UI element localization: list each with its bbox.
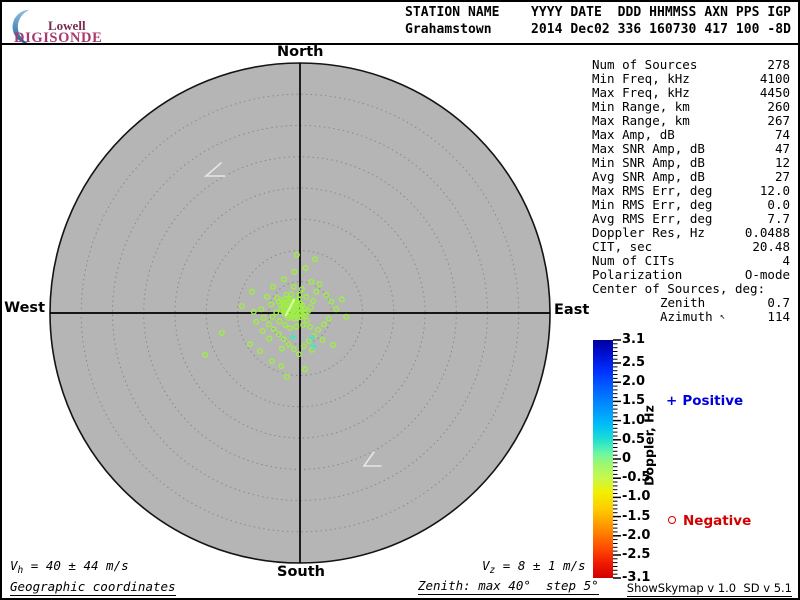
stats-row: Doppler Res, Hz 0.0488 bbox=[592, 226, 790, 240]
colorbar-tick-label: -1.0 bbox=[622, 489, 651, 505]
stats-row: CIT, sec 20.48 bbox=[592, 240, 790, 254]
stats-row: Max Amp, dB 74 bbox=[592, 128, 790, 142]
colorbar-tick-label: -2.5 bbox=[622, 547, 651, 562]
stats-label: Num of CITs bbox=[592, 253, 675, 268]
legend-negative-label: Negative bbox=[683, 513, 752, 529]
stats-label: Doppler Res, Hz bbox=[592, 225, 705, 240]
stats-label: Polarization bbox=[592, 267, 683, 282]
stats-value: 7.7 bbox=[767, 211, 790, 226]
stats-value: 4 bbox=[782, 253, 790, 268]
stats-label: Center of Sources, deg: bbox=[592, 281, 766, 296]
colorbar-gradient bbox=[593, 340, 613, 578]
stats-value: 4100 bbox=[759, 71, 790, 86]
stats-label: Max Freq, kHz bbox=[592, 85, 690, 100]
stats-row: Min Range, km 260 bbox=[592, 100, 790, 114]
stats-label: Min Freq, kHz bbox=[592, 71, 690, 86]
stats-row: Min SNR Amp, dB 12 bbox=[592, 156, 790, 170]
vertical-velocity-readout: Vz = 8 ± 1 m/s bbox=[482, 558, 586, 576]
stats-row: Max SNR Amp, dB 47 bbox=[592, 142, 790, 156]
coordinates-mode-label: Geographic coordinates bbox=[10, 579, 176, 596]
stats-value: 4450 bbox=[759, 85, 790, 100]
colorbar-tick-label: 2.5 bbox=[622, 355, 646, 370]
stats-value: 0.0 bbox=[767, 197, 790, 212]
stats-value: 0.0488 bbox=[744, 225, 790, 240]
stats-value: 20.48 bbox=[752, 239, 790, 254]
stats-label: Max RMS Err, deg bbox=[592, 183, 713, 198]
stats-value: 12.0 bbox=[759, 183, 790, 198]
stats-row: Min RMS Err, deg 0.0 bbox=[592, 198, 790, 212]
compass-north-label: North bbox=[277, 44, 324, 60]
circle-marker-icon bbox=[668, 516, 676, 524]
showskymap-window: Lowell DIGISONDE STATION NAME YYYY DATE … bbox=[0, 0, 800, 600]
stats-label: Max SNR Amp, dB bbox=[592, 141, 705, 156]
stats-row: Avg SNR Amp, dB 27 bbox=[592, 170, 790, 184]
stats-value: 278 bbox=[767, 57, 790, 72]
colorbar-tick-label: 3.1 bbox=[622, 332, 646, 347]
colorbar-tick-label: -1.5 bbox=[622, 508, 651, 524]
stats-label: Min Range, km bbox=[592, 99, 690, 114]
stats-panel: Num of Sources 278 Min Freq, kHz 4100 Max Fr… bbox=[592, 58, 790, 324]
stats-row: Polarization O-mode bbox=[592, 268, 790, 282]
stats-value: 267 bbox=[767, 113, 790, 128]
stats-row: Avg RMS Err, deg 7.7 bbox=[592, 212, 790, 226]
colorbar-tick-label: -2.0 bbox=[622, 527, 651, 543]
stats-value: O-mode bbox=[744, 267, 790, 282]
zenith-range-note: Zenith: max 40° step 5° bbox=[418, 578, 599, 595]
stats-label: Min SNR Amp, dB bbox=[592, 155, 705, 170]
stats-label: Min RMS Err, deg bbox=[592, 197, 713, 212]
software-version-label: ShowSkymap v 1.0 SD v 5.1 bbox=[626, 581, 792, 597]
colorbar-tick-label: 2.0 bbox=[622, 374, 646, 390]
stats-row: Num of Sources 278 bbox=[592, 58, 790, 72]
stats-label: Zenith bbox=[660, 295, 706, 310]
stats-value: 74 bbox=[774, 127, 790, 142]
stats-row: Center of Sources, deg: bbox=[592, 282, 790, 296]
azimuth-arrow-icon: ↖ bbox=[719, 312, 726, 322]
stats-row: Azimuth ↖ 114 bbox=[592, 310, 790, 324]
compass-west-label: West bbox=[4, 300, 45, 316]
stats-row: Min Freq, kHz 4100 bbox=[592, 72, 790, 86]
stats-row: Max Freq, kHz 4450 bbox=[592, 86, 790, 100]
stats-label: Max Range, km bbox=[592, 113, 690, 128]
colorbar-axis-title: Doppler, Hz bbox=[641, 405, 657, 486]
stats-label: Azimuth bbox=[660, 309, 713, 324]
legend-positive-label: Positive bbox=[682, 393, 744, 409]
stats-value: 260 bbox=[767, 99, 790, 114]
stats-value: 47 bbox=[774, 141, 790, 156]
stats-row: Max Range, km 267 bbox=[592, 114, 790, 128]
stats-value: 114 bbox=[767, 309, 790, 324]
horizontal-velocity-readout: Vh = 40 ± 44 m/s bbox=[10, 558, 129, 576]
stats-label: Num of Sources bbox=[592, 57, 698, 72]
stats-label: Max Amp, dB bbox=[592, 127, 675, 142]
stats-label: CIT, sec bbox=[592, 239, 653, 254]
stats-value: 0.7 bbox=[767, 295, 790, 310]
stats-row: Max RMS Err, deg 12.0 bbox=[592, 184, 790, 198]
stats-row: Zenith 0.7 bbox=[592, 296, 790, 310]
legend-positive: + Positive bbox=[666, 393, 743, 409]
legend-negative: Negative bbox=[668, 513, 751, 529]
stats-row: Num of CITs 4 bbox=[592, 254, 790, 268]
stats-label: Avg RMS Err, deg bbox=[592, 211, 713, 226]
stats-value: 27 bbox=[774, 169, 790, 184]
compass-south-label: South bbox=[277, 564, 325, 580]
stats-label: Avg SNR Amp, dB bbox=[592, 169, 705, 184]
plus-marker-icon: + bbox=[666, 393, 678, 409]
stats-value: 12 bbox=[774, 155, 790, 170]
